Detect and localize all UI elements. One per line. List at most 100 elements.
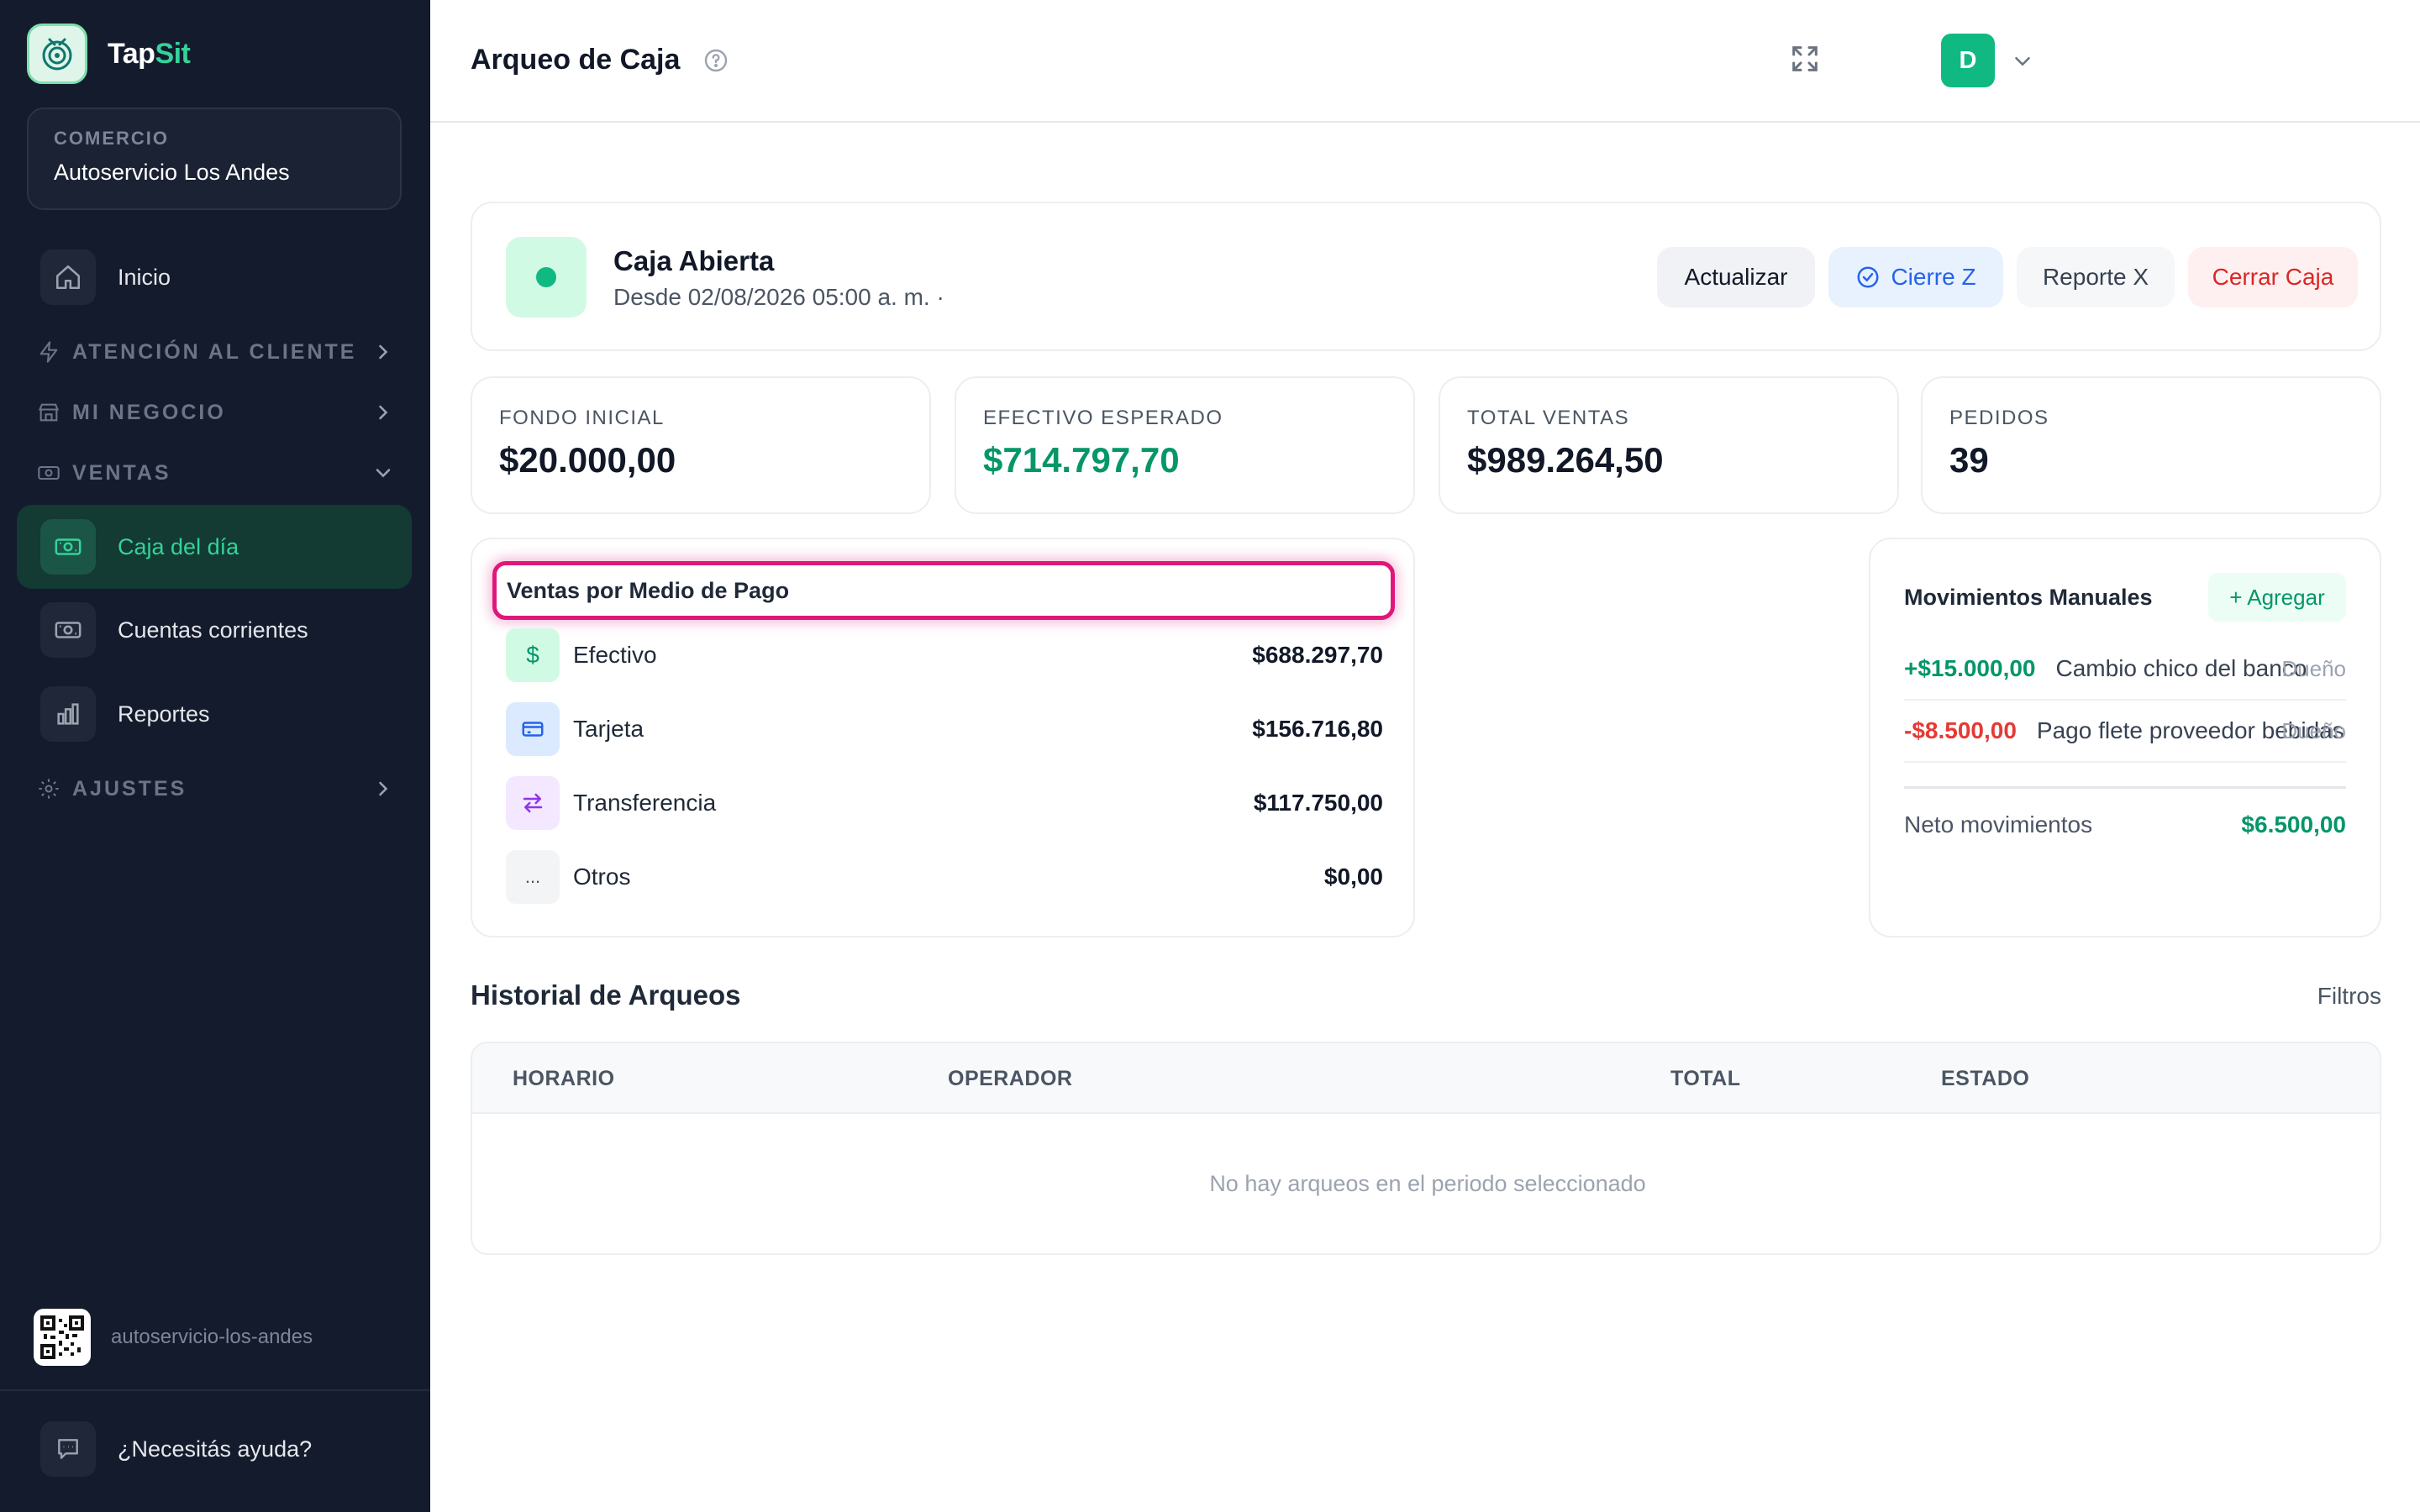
movement-amount: +$15.000,00 <box>1904 655 2036 681</box>
chevron-right-icon <box>379 405 388 420</box>
sidebar-divider <box>0 1389 430 1391</box>
column-header-horario[interactable]: HORARIO <box>513 1067 615 1091</box>
status-title: Caja Abierta <box>613 245 775 276</box>
chevron-right-icon <box>379 781 388 796</box>
chevron-down-icon[interactable] <box>2010 49 2035 74</box>
brand-logo-icon <box>27 24 87 84</box>
cash-register-icon <box>40 519 96 575</box>
chevron-right-icon <box>379 344 388 360</box>
stat-card-fondo: FONDO INICIAL $20.000,00 <box>471 376 931 514</box>
payment-value: $117.750,00 <box>1253 790 1383 816</box>
payment-value: $688.297,70 <box>1252 642 1383 668</box>
reporte-x-button[interactable]: Reporte X <box>2017 247 2175 307</box>
payment-row: Tarjeta $156.716,80 <box>506 702 1383 756</box>
payment-methods-card: Ventas por Medio de Pago $ Efectivo $688… <box>471 538 1415 937</box>
bolt-icon <box>39 341 58 363</box>
sidebar-item-caja[interactable]: Caja del día <box>17 505 412 589</box>
section-label: ATENCIÓN AL CLIENTE <box>72 339 357 364</box>
store-selector[interactable]: COMERCIO Autoservicio Los Andes <box>27 108 402 210</box>
cierre-z-button[interactable]: Cierre Z <box>1828 247 2003 307</box>
section-label: MI NEGOCIO <box>72 400 226 424</box>
dollar-icon: $ <box>506 628 560 682</box>
brand[interactable]: TapSit <box>27 24 191 84</box>
stat-label: TOTAL VENTAS <box>1467 407 1630 429</box>
filters-button[interactable]: Filtros <box>2317 983 2381 1010</box>
column-header-total[interactable]: TOTAL <box>1670 1067 1741 1091</box>
movement-description: Cambio chico del banco <box>2055 655 2307 681</box>
money-icon <box>38 465 60 480</box>
net-value: $6.500,00 <box>2241 811 2346 837</box>
table-header: HORARIO OPERADOR TOTAL ESTADO <box>472 1043 2380 1114</box>
payment-methods-title: Ventas por Medio de Pago <box>507 577 790 603</box>
stat-value: $20.000,00 <box>499 440 676 480</box>
add-movement-button[interactable]: + Agregar <box>2208 573 2346 622</box>
section-label: VENTAS <box>72 460 171 485</box>
cierre-z-label: Cierre Z <box>1891 264 1976 290</box>
movement-row: +$15.000,00 Cambio chico del banco Dueño <box>1904 638 2346 701</box>
fullscreen-icon[interactable] <box>1788 42 1822 76</box>
more-icon: ... <box>506 850 560 904</box>
home-icon <box>40 249 96 305</box>
stat-value: 39 <box>1949 440 1989 480</box>
movement-row: -$8.500,00 Pago flete proveedor bebidas … <box>1904 701 2346 763</box>
avatar[interactable]: D <box>1941 34 1995 87</box>
status-subtitle: Desde 02/08/2026 05:00 a. m. · <box>613 284 944 310</box>
movement-amount: -$8.500,00 <box>1904 717 2017 743</box>
payment-label: Otros <box>573 864 631 890</box>
sidebar-item-cuentas[interactable]: Cuentas corrientes <box>17 588 412 672</box>
page-title: Arqueo de Caja <box>471 44 681 76</box>
payment-label: Transferencia <box>573 790 717 816</box>
manual-movements-card: Movimientos Manuales + Agregar +$15.000,… <box>1869 538 2381 937</box>
store-label: COMERCIO <box>54 128 169 149</box>
main-content: Arqueo de Caja D Caja Abierta Desde 02/0… <box>430 0 2420 1512</box>
payment-value: $0,00 <box>1323 864 1383 890</box>
column-header-estado[interactable]: ESTADO <box>1941 1067 2029 1091</box>
sidebar-item-label: Cuentas corrientes <box>118 617 308 643</box>
help-label: ¿Necesitás ayuda? <box>118 1436 313 1462</box>
payment-methods-header: Ventas por Medio de Pago <box>492 561 1395 620</box>
transfer-icon <box>506 776 560 830</box>
brand-name: TapSit <box>108 37 191 70</box>
column-header-operador[interactable]: OPERADOR <box>948 1067 1072 1091</box>
help-circle-icon[interactable] <box>702 47 729 74</box>
qr-code-icon <box>34 1309 91 1366</box>
refresh-button[interactable]: Actualizar <box>1657 247 1815 307</box>
bar-chart-icon <box>40 686 96 742</box>
close-register-button[interactable]: Cerrar Caja <box>2188 247 2358 307</box>
sidebar-section-negocio[interactable]: MI NEGOCIO <box>37 396 390 429</box>
sidebar-section-ventas[interactable]: VENTAS <box>37 456 391 490</box>
payment-row: ... Otros $0,00 <box>506 850 1383 904</box>
sidebar-item-inicio[interactable]: Inicio <box>17 235 412 319</box>
stat-card-ventas: TOTAL VENTAS $989.264,50 <box>1439 376 1899 514</box>
check-circle-icon <box>1857 266 1879 288</box>
store-qr[interactable]: autoservicio-los-andes <box>34 1309 313 1366</box>
empty-state-message: No hay arqueos en el periodo seleccionad… <box>1209 1171 1646 1196</box>
net-label: Neto movimientos <box>1904 811 2093 837</box>
payment-row: Transferencia $117.750,00 <box>506 776 1383 830</box>
payment-label: Tarjeta <box>573 716 644 742</box>
sidebar-item-label: Inicio <box>118 264 171 290</box>
payment-value: $156.716,80 <box>1252 716 1383 742</box>
stat-card-efectivo: EFECTIVO ESPERADO $714.797,70 <box>955 376 1415 514</box>
sidebar-item-reportes[interactable]: Reportes <box>17 672 412 756</box>
cash-status-card: Caja Abierta Desde 02/08/2026 05:00 a. m… <box>471 202 2381 351</box>
topbar: Arqueo de Caja D <box>430 0 2420 123</box>
payment-label: Efectivo <box>573 642 657 668</box>
help-button[interactable]: ¿Necesitás ayuda? <box>40 1421 312 1477</box>
history-title: Historial de Arqueos <box>471 979 741 1011</box>
store-icon <box>38 403 60 422</box>
store-slug: autoservicio-los-andes <box>111 1326 313 1348</box>
stat-label: FONDO INICIAL <box>499 407 665 429</box>
sidebar-section-ajustes[interactable]: AJUSTES <box>37 772 390 806</box>
section-label: AJUSTES <box>72 776 187 801</box>
sidebar-section-atencion[interactable]: ATENCIÓN AL CLIENTE <box>37 335 390 369</box>
sidebar: TapSit COMERCIO Autoservicio Los Andes I… <box>0 0 430 1512</box>
stat-value: $714.797,70 <box>983 440 1180 480</box>
net-divider <box>1904 786 2346 789</box>
stat-label: EFECTIVO ESPERADO <box>983 407 1223 429</box>
status-indicator-icon <box>506 237 587 318</box>
accounts-icon <box>40 602 96 658</box>
chevron-down-icon <box>376 469 391 478</box>
manual-movements-title: Movimientos Manuales <box>1904 585 2153 610</box>
store-name: Autoservicio Los Andes <box>54 160 290 185</box>
